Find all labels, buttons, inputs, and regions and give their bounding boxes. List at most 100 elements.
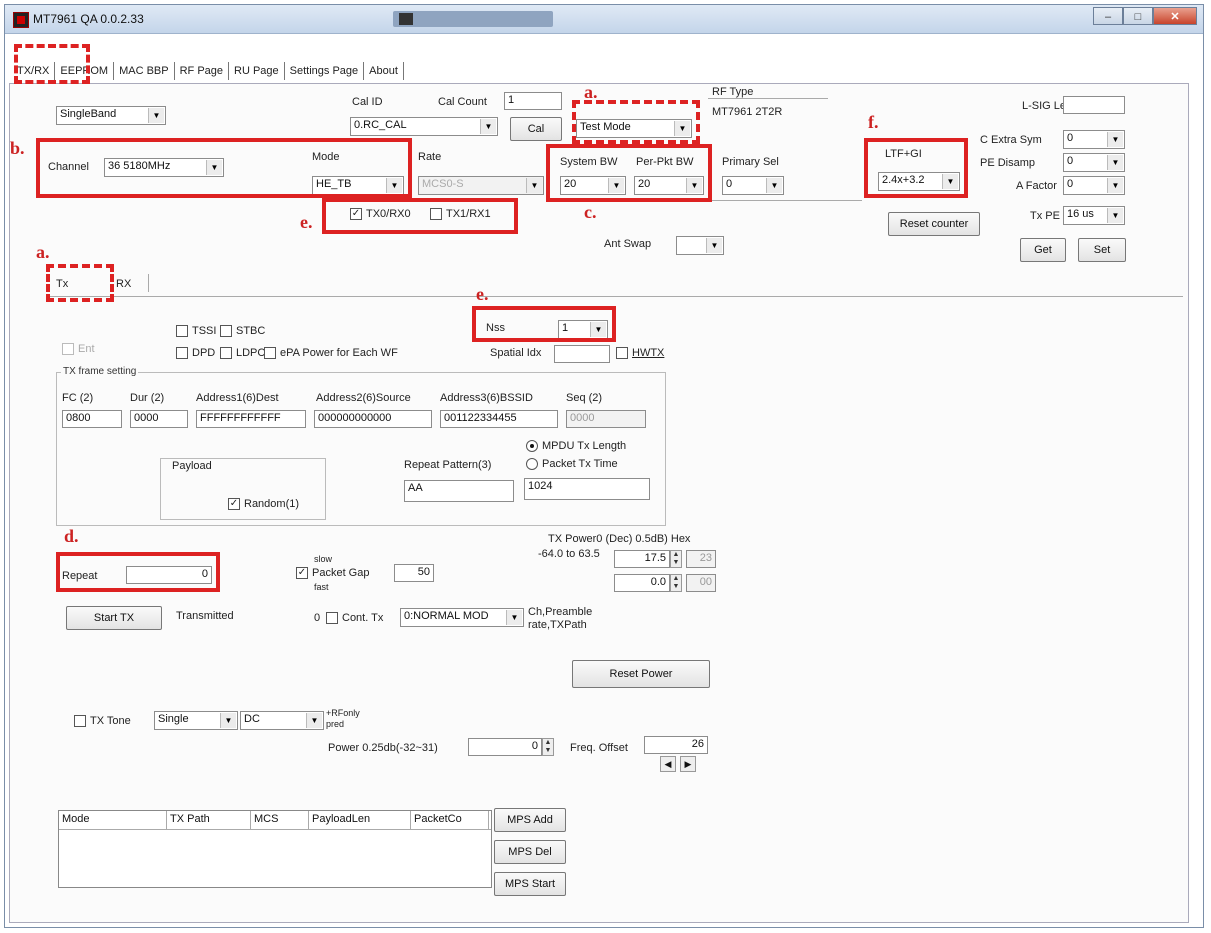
packet-gap-field[interactable]: 50 [394,564,434,582]
band-select[interactable]: SingleBand ▼ [56,106,166,125]
tone-type-select[interactable]: Single ▼ [154,711,238,730]
chevron-down-icon: ▼ [220,713,236,728]
reset-power-button[interactable]: Reset Power [572,660,710,688]
chevron-down-icon: ▼ [526,178,542,193]
maximize-button[interactable]: □ [1123,7,1153,25]
cal-button[interactable]: Cal [510,117,562,141]
mps-header-payloadlen[interactable]: PayloadLen [309,811,411,829]
freq-offset-field[interactable]: 26 [644,736,708,754]
subtab-divider [148,274,149,292]
mps-table[interactable]: Mode TX Path MCS PayloadLen PacketCo [58,810,492,888]
address3-field[interactable]: 001122334455 [440,410,558,428]
hwtx-checkbox[interactable]: HWTX [616,347,664,359]
highlight-repeat [56,552,220,592]
spatial-idx-field[interactable] [554,345,610,363]
lsig-field[interactable] [1063,96,1125,114]
packet-gap-checkbox[interactable]: ✓ Packet Gap [296,567,369,579]
chevron-down-icon: ▼ [706,238,722,253]
subtab-rx[interactable]: RX [116,278,131,290]
mps-del-button[interactable]: MPS Del [494,840,566,864]
tab-settings-page[interactable]: Settings Page [285,62,365,80]
tx-tone-checkbox[interactable]: TX Tone [74,715,131,727]
header-fc: FC (2) [62,392,94,404]
a-factor-select[interactable]: 0 ▼ [1063,176,1125,195]
tab-rf-page[interactable]: RF Page [175,62,230,80]
txpower0-hex-field[interactable]: 23 [686,550,716,568]
transmitted-label: Transmitted [176,610,234,622]
spatial-idx-label: Spatial Idx [490,347,542,359]
rf-only-label: +RFonly [326,708,360,718]
txpower0-spinner[interactable]: ▲ ▼ [670,550,682,568]
arrow-right-icon[interactable]: ▶ [680,756,696,772]
tx-pe-select[interactable]: 16 us ▼ [1063,206,1125,225]
pe-disamp-label: PE Disamp [980,157,1036,169]
tx-length-field[interactable]: 1024 [524,478,650,500]
disabled-checkbox[interactable]: Ent [62,343,95,355]
txpower1-spinner[interactable]: ▲ ▼ [670,574,682,592]
pe-disamp-select[interactable]: 0 ▼ [1063,153,1125,172]
packet-time-radio[interactable]: Packet Tx Time [526,458,618,470]
header-dur: Dur (2) [130,392,165,404]
annotation-b: b. [10,138,25,158]
txpower0-dec-field[interactable]: 17.5 [614,550,670,568]
annotation-d: d. [64,526,79,546]
mps-add-button[interactable]: MPS Add [494,808,566,832]
mps-header-packetcount[interactable]: PacketCo [411,811,489,829]
primary-sel-select[interactable]: 0 ▼ [722,176,784,195]
payload-label: Payload [172,460,212,472]
ldpc-checkbox[interactable]: LDPC [220,347,265,359]
tone-dc-select[interactable]: DC ▼ [240,711,324,730]
mpdu-length-radio[interactable]: MPDU Tx Length [526,440,626,452]
address2-field[interactable]: 000000000000 [314,410,432,428]
mps-header-mcs[interactable]: MCS [251,811,309,829]
start-tx-button[interactable]: Start TX [66,606,162,630]
fc-field[interactable]: 0800 [62,410,122,428]
arrow-left-icon[interactable]: ◀ [660,756,676,772]
mps-header-mode[interactable]: Mode [59,811,167,829]
header-address3: Address3(6)BSSID [440,392,533,404]
txpower1-dec-field[interactable]: 0.0 [614,574,670,592]
check-icon: ✓ [228,498,240,510]
repeat-pattern-field[interactable]: AA [404,480,514,502]
tab-ru-page[interactable]: RU Page [229,62,285,80]
get-button[interactable]: Get [1020,238,1066,262]
power-spinner[interactable]: ▲ ▼ [542,738,554,756]
ch-preamble-label: Ch,Preamble [528,606,593,618]
txpower1-hex-field[interactable]: 00 [686,574,716,592]
address1-field[interactable]: FFFFFFFFFFFF [196,410,306,428]
ant-swap-select[interactable]: ▼ [676,236,724,255]
header-seq: Seq (2) [566,392,603,404]
tx-pe-label: Tx PE [1030,210,1060,222]
mps-header-txpath[interactable]: TX Path [167,811,251,829]
repeat-pattern-label: Repeat Pattern(3) [404,459,492,471]
txpower-title: TX Power0 (Dec) 0.5dB) Hex [548,533,691,545]
cal-count-label: Cal Count [438,96,487,108]
seq-field[interactable]: 0000 [566,410,646,428]
cont-tx-checkbox[interactable]: Cont. Tx [326,612,383,624]
rate-select[interactable]: MCS0-S ▼ [418,176,544,195]
chevron-down-icon: ▼ [1107,178,1123,193]
cal-count-field[interactable]: 1 [504,92,562,110]
stbc-checkbox[interactable]: STBC [220,325,265,337]
power-field[interactable]: 0 [468,738,542,756]
extra-sym-select[interactable]: 0 ▼ [1063,130,1125,149]
minimize-button[interactable]: – [1093,7,1123,25]
gap-slow-label: slow [314,554,333,564]
mps-start-button[interactable]: MPS Start [494,872,566,896]
dur-field[interactable]: 0000 [130,410,188,428]
tab-mac-bbp[interactable]: MAC BBP [114,62,175,80]
cont-mode-select[interactable]: 0:NORMAL MOD ▼ [400,608,524,627]
highlight-nss [472,306,616,342]
dpd-checkbox[interactable]: DPD [176,347,215,359]
cal-id-select[interactable]: 0.RC_CAL ▼ [350,117,498,136]
set-button[interactable]: Set [1078,238,1126,262]
tab-about[interactable]: About [364,62,404,80]
freq-offset-label: Freq. Offset [570,742,628,754]
close-button[interactable]: ✕ [1153,7,1197,25]
highlight-tx-path [322,198,518,234]
reset-counter-button[interactable]: Reset counter [888,212,980,236]
random-checkbox[interactable]: ✓ Random(1) [228,498,299,510]
epa-power-checkbox[interactable]: ePA Power for Each WF [264,347,398,359]
cal-id-label: Cal ID [352,96,383,108]
tssi-checkbox[interactable]: TSSI [176,325,216,337]
